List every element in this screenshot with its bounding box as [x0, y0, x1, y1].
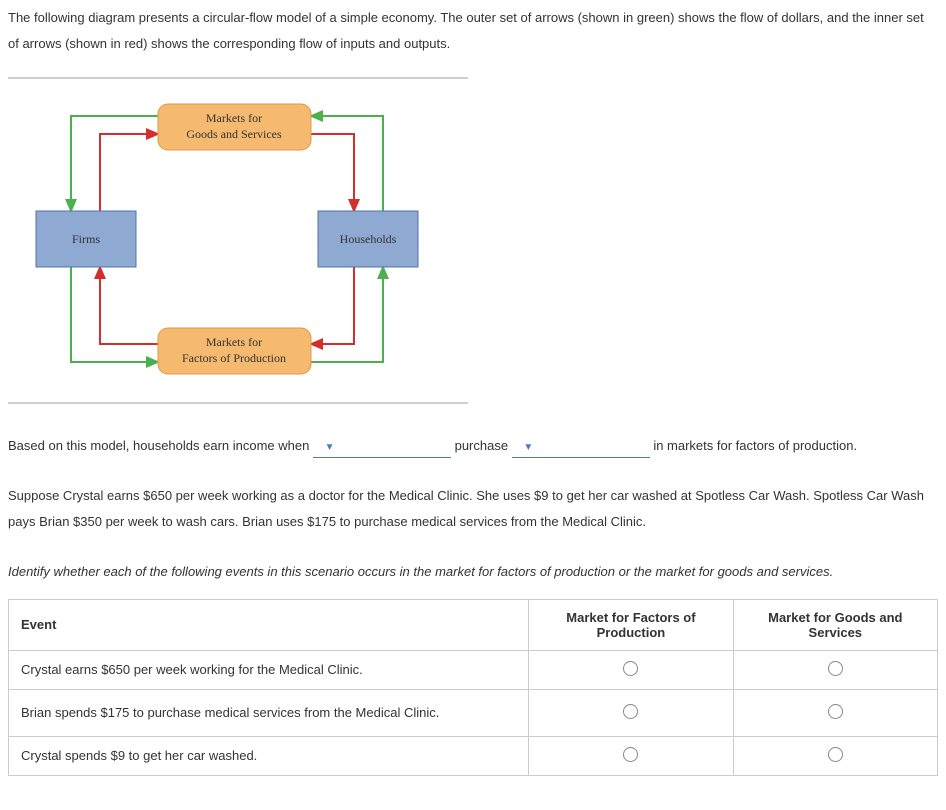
divider-top [8, 77, 468, 79]
radio-row0-factors[interactable] [623, 661, 638, 676]
svg-text:Firms: Firms [72, 232, 100, 246]
radio-row2-goods[interactable] [828, 747, 843, 762]
svg-text:Goods and Services: Goods and Services [186, 127, 282, 141]
event-cell: Crystal spends $9 to get her car washed. [9, 736, 529, 775]
event-cell: Brian spends $175 to purchase medical se… [9, 689, 529, 736]
table-row: Brian spends $175 to purchase medical se… [9, 689, 938, 736]
chevron-down-icon: ▼ [523, 442, 533, 453]
table-row: Crystal spends $9 to get her car washed. [9, 736, 938, 775]
dropdown-1[interactable]: ▼ [313, 434, 451, 458]
dropdown-2[interactable]: ▼ [512, 434, 650, 458]
diagram-svg: Markets for Goods and Services Markets f… [8, 84, 468, 394]
radio-row0-goods[interactable] [828, 661, 843, 676]
radio-row2-factors[interactable] [623, 747, 638, 762]
events-table: Event Market for Factors of Production M… [8, 599, 938, 776]
svg-text:Markets for: Markets for [206, 335, 262, 349]
header-event: Event [9, 599, 529, 650]
question-part2: purchase [455, 438, 512, 453]
event-cell: Crystal earns $650 per week working for … [9, 650, 529, 689]
svg-text:Factors of Production: Factors of Production [182, 351, 286, 365]
question-part3: in markets for factors of production. [653, 438, 857, 453]
fill-in-question: Based on this model, households earn inc… [8, 434, 938, 458]
circular-flow-diagram: Markets for Goods and Services Markets f… [8, 77, 938, 404]
svg-text:Markets for: Markets for [206, 111, 262, 125]
intro-text: The following diagram presents a circula… [8, 5, 938, 57]
radio-row1-goods[interactable] [828, 704, 843, 719]
table-row: Crystal earns $650 per week working for … [9, 650, 938, 689]
question-part1: Based on this model, households earn inc… [8, 438, 313, 453]
instruction-text: Identify whether each of the following e… [8, 560, 938, 583]
header-goods: Market for Goods and Services [733, 599, 937, 650]
divider-bottom [8, 402, 468, 404]
chevron-down-icon: ▼ [325, 442, 335, 453]
scenario-text: Suppose Crystal earns $650 per week work… [8, 483, 938, 535]
header-factors: Market for Factors of Production [529, 599, 733, 650]
svg-text:Households: Households [340, 232, 397, 246]
radio-row1-factors[interactable] [623, 704, 638, 719]
